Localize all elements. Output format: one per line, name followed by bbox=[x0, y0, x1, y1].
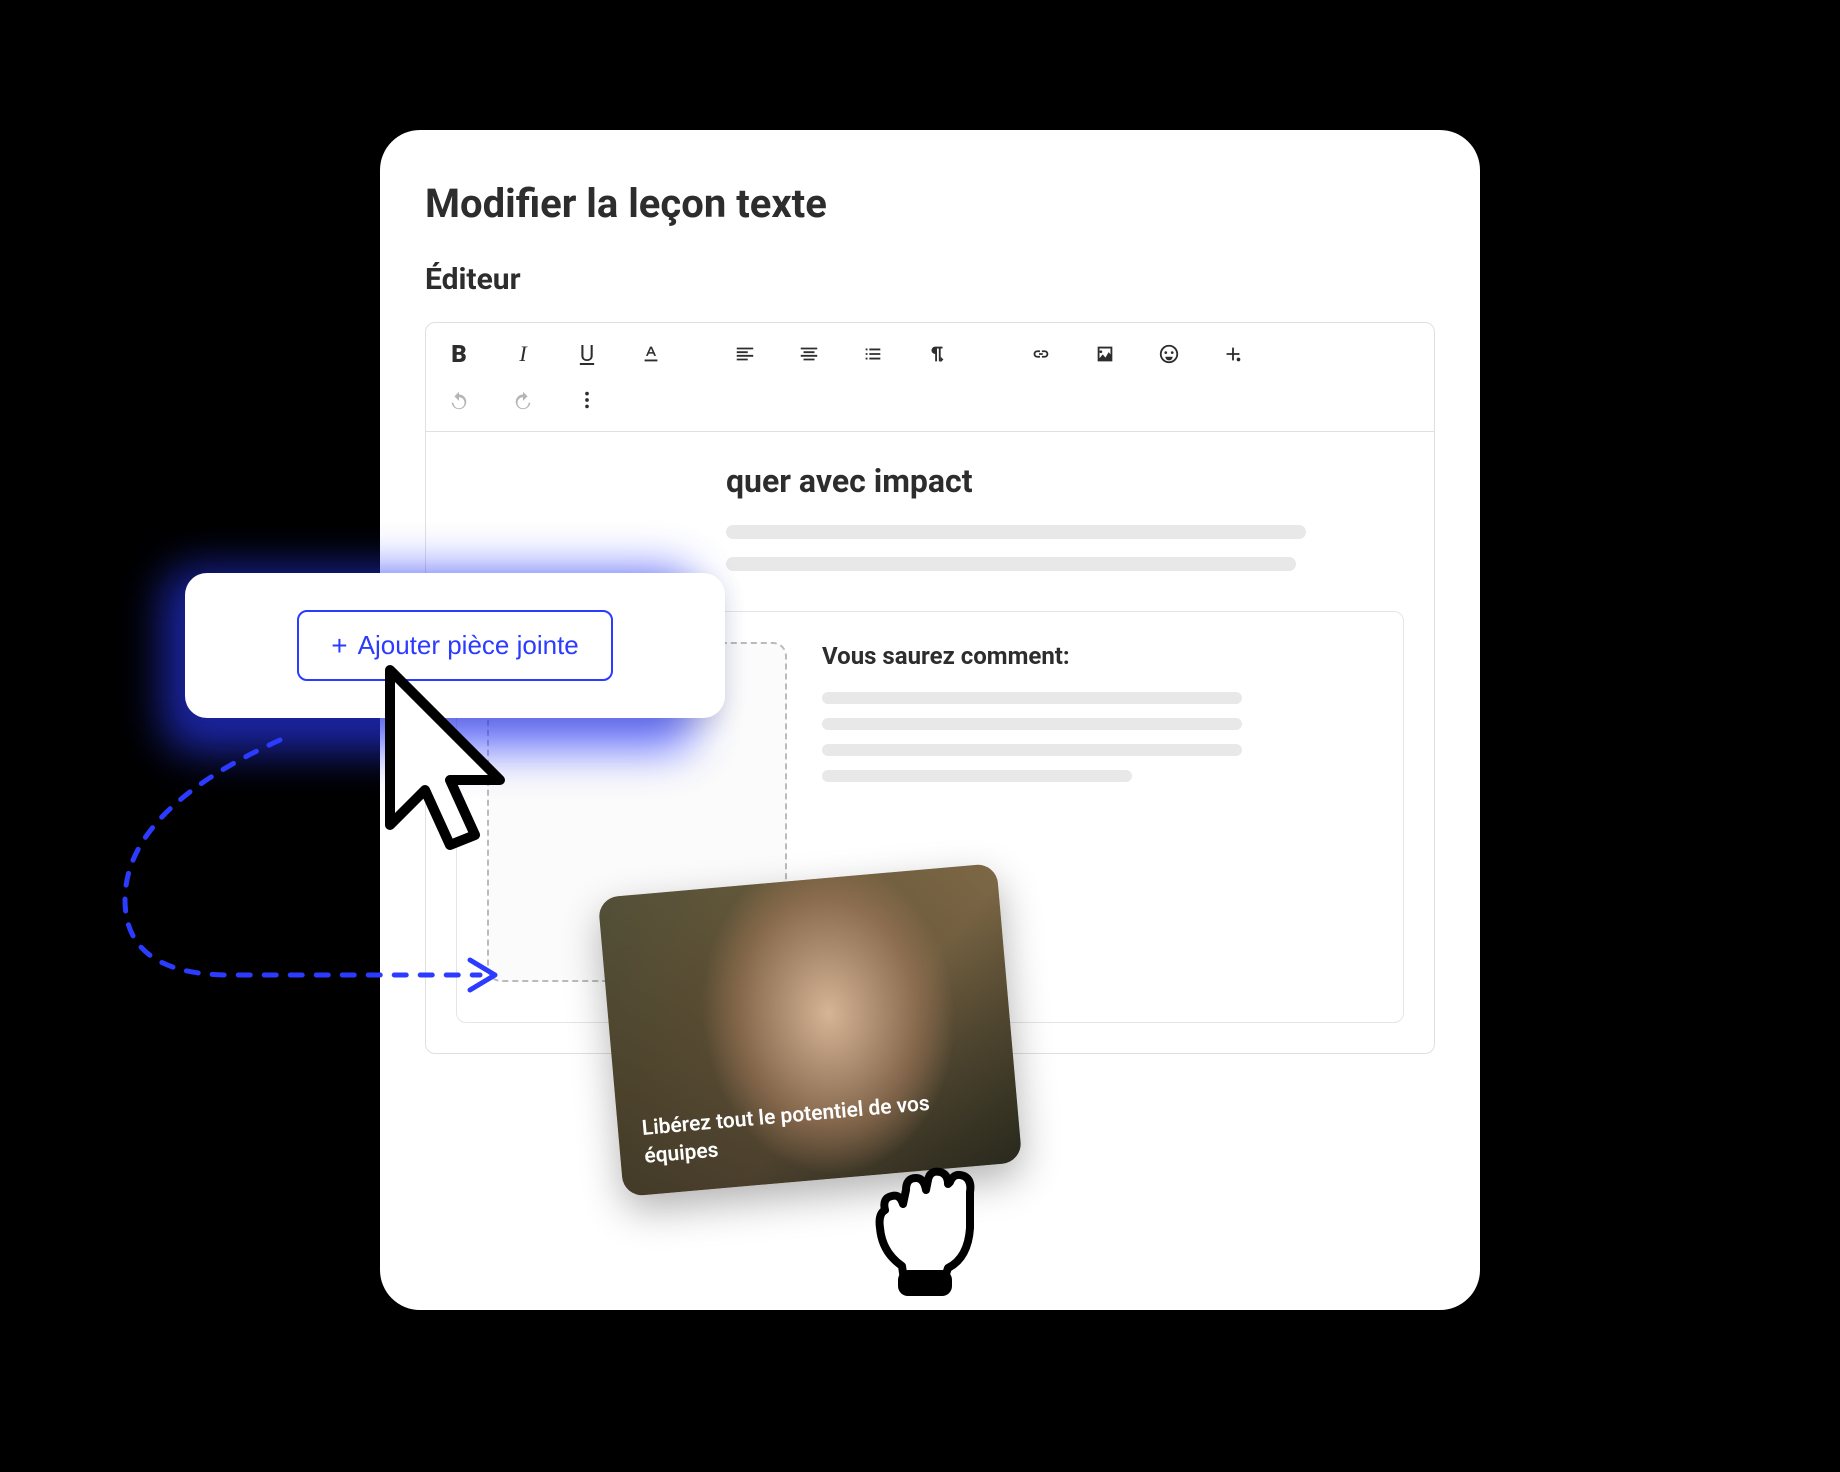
placeholder-line bbox=[822, 744, 1242, 756]
align-center-icon[interactable] bbox=[796, 341, 822, 367]
grab-cursor-icon bbox=[840, 1120, 1020, 1304]
placeholder-line bbox=[726, 557, 1296, 571]
redo-icon[interactable] bbox=[510, 387, 536, 413]
placeholder-line bbox=[822, 692, 1242, 704]
add-icon[interactable] bbox=[1220, 341, 1246, 367]
bold-icon[interactable]: B bbox=[446, 341, 472, 367]
emoji-icon[interactable] bbox=[1156, 341, 1182, 367]
editor-section-label: Éditeur bbox=[425, 262, 1435, 297]
image-icon[interactable] bbox=[1092, 341, 1118, 367]
page-title: Modifier la leçon texte bbox=[425, 180, 1435, 227]
paragraph-icon[interactable] bbox=[924, 341, 950, 367]
content-heading: quer avec impact bbox=[456, 462, 1404, 500]
more-icon[interactable] bbox=[574, 387, 600, 413]
placeholder-line bbox=[726, 525, 1306, 539]
add-attachment-label: Ajouter pièce jointe bbox=[358, 630, 579, 661]
editor-toolbar: B I U bbox=[425, 322, 1435, 432]
you-will-know-heading: Vous saurez comment: bbox=[822, 642, 1373, 670]
underline-icon[interactable]: U bbox=[574, 341, 600, 367]
cursor-arrow-icon bbox=[370, 660, 530, 864]
align-left-icon[interactable] bbox=[732, 341, 758, 367]
placeholder-line bbox=[822, 770, 1132, 782]
plus-icon: + bbox=[331, 632, 347, 660]
link-icon[interactable] bbox=[1028, 341, 1054, 367]
placeholder-line bbox=[822, 718, 1242, 730]
italic-icon[interactable]: I bbox=[510, 341, 536, 367]
list-icon[interactable] bbox=[860, 341, 886, 367]
text-color-icon[interactable] bbox=[638, 341, 664, 367]
undo-icon[interactable] bbox=[446, 387, 472, 413]
